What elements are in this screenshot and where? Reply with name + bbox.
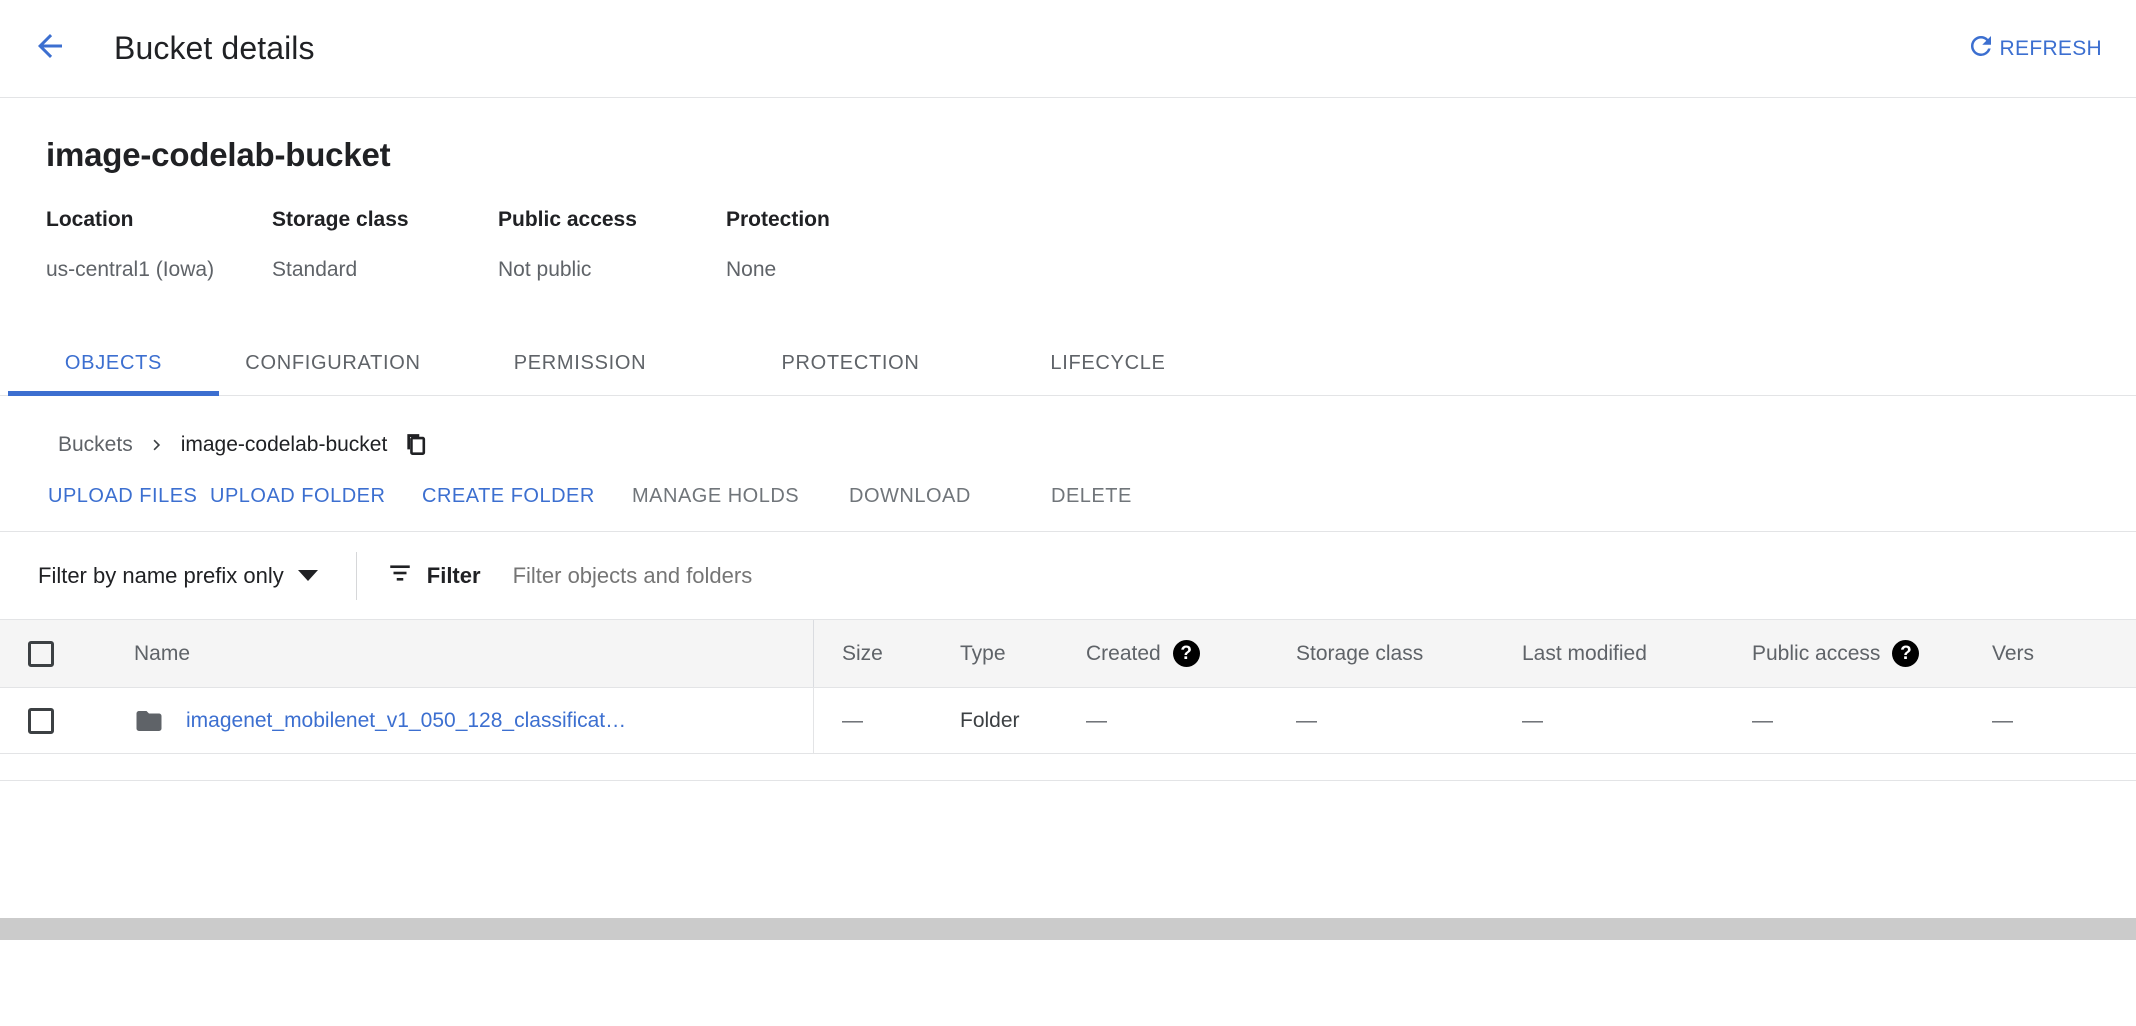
metadata-location: Location us-central1 (Iowa) — [46, 208, 272, 282]
refresh-icon — [1966, 31, 1996, 67]
help-icon[interactable]: ? — [1173, 640, 1200, 667]
select-all-checkbox[interactable] — [28, 641, 54, 667]
folder-icon — [134, 706, 164, 736]
tab-configuration[interactable]: CONFIGURATION — [219, 330, 447, 396]
cell-type: Folder — [942, 709, 1076, 733]
row-checkbox[interactable] — [28, 708, 54, 734]
filter-prefix-select-label: Filter by name prefix only — [38, 563, 284, 589]
tab-protection[interactable]: PROTECTION — [713, 330, 988, 396]
cell-last-modified: — — [1514, 709, 1744, 733]
select-all-cell — [0, 641, 82, 667]
metadata-value: None — [726, 258, 954, 282]
filter-divider — [356, 552, 357, 600]
chevron-right-icon — [147, 435, 167, 455]
copy-icon[interactable] — [403, 432, 429, 458]
column-header-label: Last modified — [1522, 642, 1647, 665]
top-app-bar: Bucket details REFRESH — [0, 0, 2136, 98]
metadata-value: Not public — [498, 258, 726, 282]
bucket-summary: image-codelab-bucket Location us-central… — [0, 98, 2136, 282]
tab-bar: OBJECTS CONFIGURATION PERMISSION PROTECT… — [0, 330, 2136, 396]
breadcrumb-current: image-codelab-bucket — [181, 433, 388, 457]
cell-versioning: — — [1984, 709, 2134, 733]
column-header-created[interactable]: Created ? — [1076, 640, 1288, 667]
column-header-label: Created — [1086, 642, 1161, 666]
metadata-label: Storage class — [272, 208, 498, 232]
metadata-public-access: Public access Not public — [498, 208, 726, 282]
cell-created: — — [1076, 709, 1288, 733]
filter-button[interactable]: Filter — [387, 560, 481, 591]
horizontal-scrollbar[interactable] — [0, 918, 2136, 940]
upload-files-button[interactable]: UPLOAD FILES — [48, 485, 210, 508]
column-header-storage-class[interactable]: Storage class — [1288, 642, 1514, 666]
object-actions-toolbar: UPLOAD FILES UPLOAD FOLDER CREATE FOLDER… — [0, 458, 2136, 532]
objects-table: Name Size Type Created ? Storage class L… — [0, 620, 2136, 781]
column-header-type[interactable]: Type — [942, 642, 1076, 666]
filter-input[interactable] — [511, 562, 1215, 590]
table-row[interactable]: imagenet_mobilenet_v1_050_128_classifica… — [0, 688, 2136, 754]
metadata-value: Standard — [272, 258, 498, 282]
chevron-down-icon — [298, 570, 318, 581]
column-header-label: Size — [842, 642, 883, 665]
cell-storage-class: — — [1288, 709, 1514, 733]
table-footer-gap — [0, 754, 2136, 781]
metadata-label: Location — [46, 208, 272, 232]
page-title: Bucket details — [114, 30, 315, 67]
metadata-label: Public access — [498, 208, 726, 232]
filter-button-label: Filter — [427, 563, 481, 589]
download-button[interactable]: DOWNLOAD — [849, 485, 1051, 508]
row-select-cell — [0, 708, 82, 734]
filter-prefix-select[interactable]: Filter by name prefix only — [38, 563, 318, 589]
back-button[interactable] — [28, 27, 72, 71]
tab-lifecycle[interactable]: LIFECYCLE — [988, 330, 1228, 396]
metadata-storage-class: Storage class Standard — [272, 208, 498, 282]
metadata-value: us-central1 (Iowa) — [46, 258, 272, 282]
metadata-protection: Protection None — [726, 208, 954, 282]
cell-public-access: — — [1744, 709, 1984, 733]
manage-holds-button[interactable]: MANAGE HOLDS — [632, 485, 849, 508]
cell-size: — — [814, 709, 942, 733]
upload-folder-button[interactable]: UPLOAD FOLDER — [210, 485, 422, 508]
table-header-row: Name Size Type Created ? Storage class L… — [0, 620, 2136, 688]
breadcrumb-buckets-link[interactable]: Buckets — [58, 433, 133, 457]
column-header-label: Name — [134, 642, 190, 666]
breadcrumb: Buckets image-codelab-bucket — [0, 396, 2136, 458]
column-header-label: Vers — [1992, 642, 2034, 665]
arrow-left-icon — [32, 28, 68, 69]
column-header-size[interactable]: Size — [814, 642, 942, 666]
metadata-label: Protection — [726, 208, 954, 232]
column-header-public-access[interactable]: Public access ? — [1744, 640, 1984, 667]
cell-name: imagenet_mobilenet_v1_050_128_classifica… — [82, 688, 814, 753]
tab-objects[interactable]: OBJECTS — [8, 330, 219, 396]
column-header-label: Public access — [1752, 642, 1880, 666]
refresh-button[interactable]: REFRESH — [1966, 31, 2102, 67]
bucket-metadata-row: Location us-central1 (Iowa) Storage clas… — [46, 208, 2136, 282]
delete-button[interactable]: DELETE — [1051, 485, 1132, 508]
help-icon[interactable]: ? — [1892, 640, 1919, 667]
column-header-label: Type — [960, 642, 1006, 665]
column-header-label: Storage class — [1296, 642, 1423, 665]
tab-permission[interactable]: PERMISSION — [447, 330, 713, 396]
column-header-versioning[interactable]: Vers — [1984, 642, 2134, 666]
filter-icon — [387, 560, 413, 591]
bucket-name: image-codelab-bucket — [46, 136, 2136, 174]
refresh-label: REFRESH — [2000, 37, 2102, 61]
column-header-name[interactable]: Name — [82, 620, 814, 687]
create-folder-button[interactable]: CREATE FOLDER — [422, 485, 632, 508]
column-header-last-modified[interactable]: Last modified — [1514, 642, 1744, 666]
object-name-link[interactable]: imagenet_mobilenet_v1_050_128_classifica… — [186, 709, 626, 733]
bucket-details-page: Bucket details REFRESH image-codelab-buc… — [0, 0, 2136, 1026]
filter-bar: Filter by name prefix only Filter — [0, 532, 2136, 620]
